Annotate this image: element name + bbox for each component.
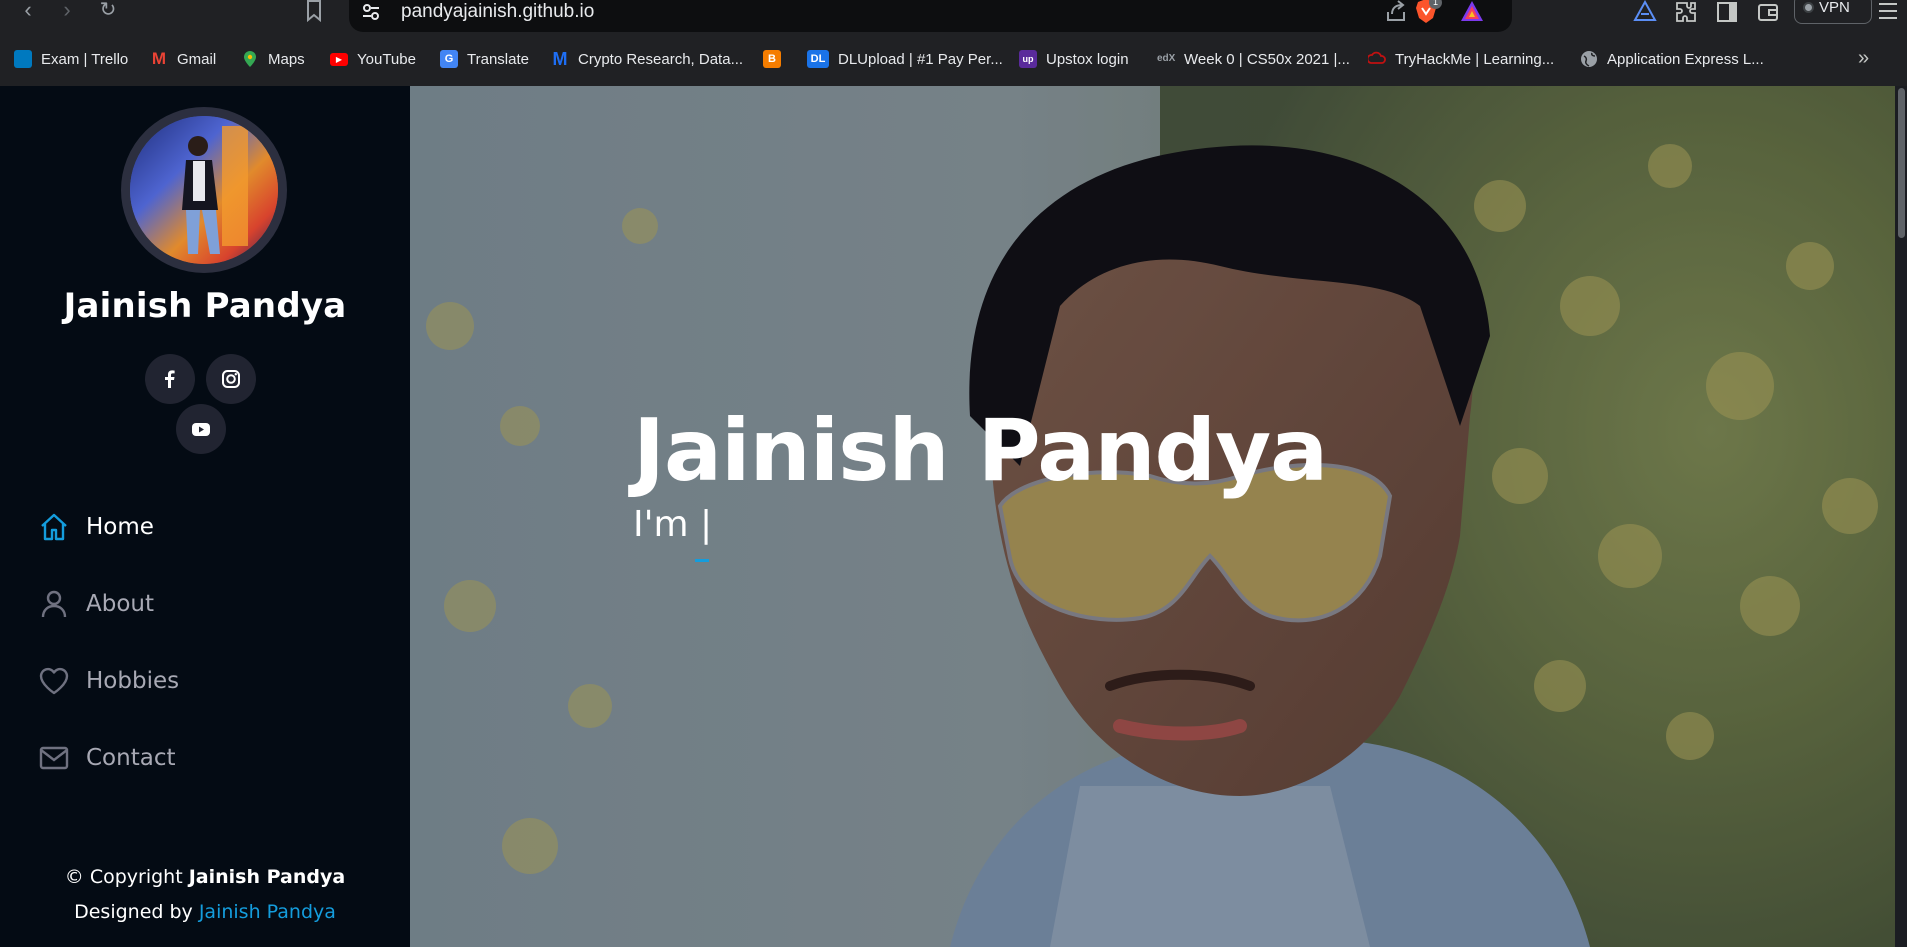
nav-label-about: About: [86, 591, 155, 617]
copyright-text: © Copyright Jainish Pandya: [0, 866, 410, 888]
extensions-puzzle-icon[interactable]: [1674, 0, 1698, 24]
user-icon: [41, 590, 67, 618]
home-icon: [41, 513, 67, 541]
hamburger-menu-icon[interactable]: [1878, 2, 1898, 20]
leo-ai-icon[interactable]: [1633, 0, 1657, 24]
hero-typed-subtitle: I'm |: [633, 504, 713, 545]
web-page: Jainish Pandya Home About Hobbies Contac…: [0, 86, 1907, 947]
bookmark-label: DLUpload | #1 Pay Per...: [838, 50, 1003, 68]
bookmark-exam-trello[interactable]: Exam | Trello: [14, 46, 128, 72]
bookmark-cs50x[interactable]: edX Week 0 | CS50x 2021 |...: [1157, 46, 1350, 72]
bookmark-application-express[interactable]: Application Express L...: [1580, 46, 1764, 72]
bookmark-label: Application Express L...: [1607, 50, 1764, 68]
bookmark-label: Crypto Research, Data...: [578, 50, 744, 68]
bookmark-label: Exam | Trello: [41, 50, 129, 68]
copyright-name: Jainish Pandya: [188, 866, 346, 888]
bookmark-this-page-icon[interactable]: [305, 0, 327, 24]
profile-name: Jainish Pandya: [63, 286, 347, 326]
brave-rewards-icon[interactable]: [1460, 0, 1484, 22]
bookmark-upstox[interactable]: up Upstox login: [1019, 46, 1129, 72]
back-arrow-icon[interactable]: ‹: [16, 0, 40, 24]
hero-section: Jainish Pandya I'm |: [410, 86, 1895, 947]
typed-underline: [695, 559, 709, 562]
designer-link[interactable]: Jainish Pandya: [199, 901, 336, 923]
credits-prefix: Designed by: [74, 901, 199, 923]
instagram-link[interactable]: [206, 354, 256, 404]
bookmark-blogger[interactable]: B: [763, 46, 790, 72]
blogger-icon: B: [763, 50, 781, 68]
youtube-icon: [192, 423, 210, 436]
heart-icon: [39, 667, 69, 695]
bookmark-crypto-research[interactable]: M Crypto Research, Data...: [551, 46, 744, 72]
bookmark-gmail[interactable]: M Gmail: [150, 46, 216, 72]
bookmark-label: TryHackMe | Learning...: [1395, 50, 1555, 68]
share-icon[interactable]: [1384, 0, 1408, 24]
trello-icon: [14, 50, 32, 68]
nav-item-contact[interactable]: Contact: [38, 738, 175, 778]
translate-icon: G: [440, 50, 458, 68]
sidebar-toggle-icon[interactable]: [1715, 0, 1739, 24]
gmail-icon: M: [151, 49, 167, 68]
maps-icon: [241, 50, 259, 68]
brave-shields-count-badge: 1: [1429, 0, 1442, 9]
more-bookmarks-chevron-icon[interactable]: »: [1858, 46, 1869, 70]
tryhackme-icon: [1366, 50, 1386, 68]
vpn-label: VPN: [1819, 0, 1850, 16]
messari-icon: M: [552, 49, 568, 69]
bookmark-label: Gmail: [177, 50, 217, 68]
reload-icon[interactable]: ↻: [96, 0, 120, 24]
vpn-status-dot: [1803, 2, 1814, 13]
sidebar: Jainish Pandya Home About Hobbies Contac…: [0, 86, 410, 947]
dlupload-icon: DL: [807, 50, 829, 68]
nav-item-about[interactable]: About: [38, 584, 154, 624]
bookmark-label: Week 0 | CS50x 2021 |...: [1184, 50, 1350, 68]
bookmark-tryhackme[interactable]: TryHackMe | Learning...: [1366, 46, 1555, 72]
bookmark-label: Translate: [467, 50, 529, 68]
nav-label-home: Home: [86, 514, 154, 540]
envelope-icon: [39, 746, 69, 770]
instagram-icon: [222, 370, 240, 388]
globe-icon: [1580, 50, 1598, 68]
bookmark-label: Maps: [268, 50, 305, 68]
vpn-button[interactable]: VPN: [1794, 0, 1872, 24]
youtube-link[interactable]: [176, 404, 226, 454]
site-settings-icon[interactable]: [361, 2, 381, 22]
url-text[interactable]: pandyajainish.github.io: [401, 0, 594, 24]
bookmark-translate[interactable]: G Translate: [440, 46, 529, 72]
bookmark-dlupload[interactable]: DL DLUpload | #1 Pay Per...: [807, 46, 1003, 72]
credits-text: Designed by Jainish Pandya: [0, 901, 410, 923]
bookmark-youtube[interactable]: ▶ YouTube: [330, 46, 416, 72]
bookmark-maps[interactable]: Maps: [241, 46, 305, 72]
nav-label-contact: Contact: [86, 745, 176, 771]
browser-toolbar: ‹ › ↻ pandyajainish.github.io 1 VPN: [0, 0, 1907, 32]
profile-avatar: [121, 107, 287, 273]
nav-label-hobbies: Hobbies: [86, 668, 180, 694]
nav-item-hobbies[interactable]: Hobbies: [38, 661, 179, 701]
wallet-icon[interactable]: [1756, 0, 1780, 24]
bookmark-label: Upstox login: [1046, 50, 1129, 68]
forward-arrow-icon[interactable]: ›: [55, 0, 79, 24]
page-scrollbar[interactable]: [1895, 86, 1907, 947]
hero-title: Jainish Pandya: [633, 401, 1328, 501]
bookmark-label: YouTube: [357, 50, 416, 68]
facebook-icon: [165, 370, 175, 388]
upstox-icon: up: [1019, 50, 1037, 68]
nav-item-home[interactable]: Home: [38, 507, 154, 547]
facebook-link[interactable]: [145, 354, 195, 404]
edx-icon: edX: [1157, 53, 1176, 64]
youtube-icon: ▶: [330, 52, 348, 66]
scrollbar-thumb[interactable]: [1898, 88, 1905, 238]
bookmarks-bar: Exam | Trello M Gmail Maps ▶ YouTube G Tran…: [0, 42, 1907, 76]
address-bar[interactable]: pandyajainish.github.io 1: [349, 0, 1512, 32]
copyright-prefix: © Copyright: [64, 866, 189, 888]
